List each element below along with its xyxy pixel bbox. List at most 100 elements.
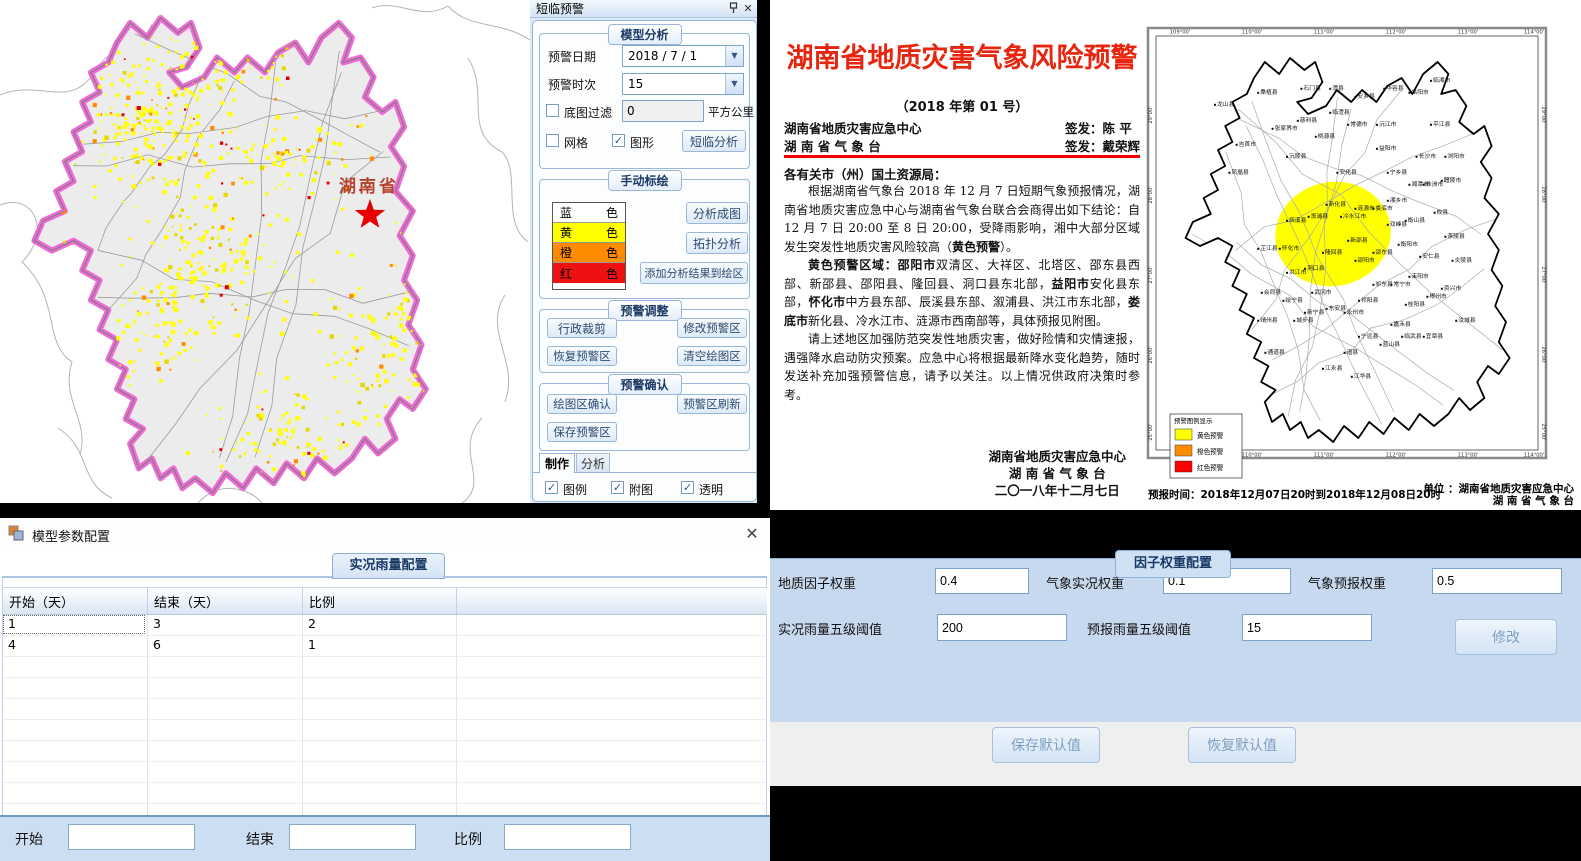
svg-text:宜章县: 宜章县 <box>1426 332 1444 340</box>
tab-analysis[interactable]: 分析 <box>576 453 610 473</box>
topology-analysis-button[interactable]: 拓扑分析 <box>686 232 748 254</box>
svg-text:慈利县: 慈利县 <box>1300 116 1318 124</box>
clear-draw-area-button[interactable]: 清空绘图区 <box>677 346 747 366</box>
date-label: 预警日期 <box>548 48 596 65</box>
restore-warning-zone-button[interactable]: 恢复预警区 <box>547 346 617 366</box>
tab-make[interactable]: 制作 <box>539 453 575 473</box>
transparent-checkbox[interactable]: ✓ <box>681 481 694 494</box>
svg-text:27°00': 27°00' <box>1540 266 1546 283</box>
color-item-red[interactable]: 红色 <box>553 263 625 283</box>
svg-text:江永县: 江永县 <box>1325 364 1343 372</box>
short-term-analysis-button[interactable]: 短临分析 <box>682 130 746 152</box>
table-header-row: 开始（天） 结束（天） 比例 <box>3 587 767 615</box>
svg-text:攸县: 攸县 <box>1437 208 1449 216</box>
pin-icon[interactable] <box>726 2 740 16</box>
filter-area-input[interactable] <box>622 100 704 122</box>
geo-weight-input[interactable] <box>935 568 1029 594</box>
chevron-down-icon[interactable]: ▼ <box>725 46 743 66</box>
hunan-risk-map[interactable]: 湖南省 <box>0 0 530 503</box>
color-item-blue[interactable]: 蓝色 <box>553 203 625 223</box>
dialog-titlebar: 模型参数配置 ✕ <box>0 518 770 550</box>
svg-text:111°00': 111°00' <box>1314 30 1335 36</box>
trend-map-unit-caption: 单位 ：湖南省地质灾害应急中心 湖 南 省 气 象 台 <box>1412 483 1574 507</box>
transparent-checkbox-label: 透明 <box>699 481 723 498</box>
column-header-start[interactable]: 开始（天） <box>3 588 148 614</box>
factor-weight-panel: 因子权重配置 地质因子权重 气象实况权重 气象预报权重 实况雨量五级阈值 预报雨… <box>770 510 1581 861</box>
svg-text:110°00': 110°00' <box>1242 30 1263 36</box>
color-item-yellow[interactable]: 黄色 <box>553 223 625 243</box>
column-header-ratio[interactable]: 比例 <box>303 588 457 614</box>
svg-text:28°00': 28°00' <box>1148 186 1154 203</box>
column-header-end[interactable]: 结束（天） <box>148 588 303 614</box>
footer-start-input[interactable] <box>68 824 195 850</box>
footer-ratio-input[interactable] <box>504 824 631 850</box>
color-item-orange[interactable]: 橙色 <box>553 243 625 263</box>
modify-button[interactable]: 修改 <box>1455 619 1557 655</box>
svg-text:安乡县: 安乡县 <box>1357 92 1375 100</box>
modify-warning-zone-button[interactable]: 修改预警区 <box>677 318 747 338</box>
warning-date-dropdown[interactable]: 2018 / 7 / 1 ▼ <box>622 45 744 67</box>
svg-text:26°00': 26°00' <box>1148 346 1154 363</box>
divider-strip <box>757 0 770 510</box>
svg-text:娄底市: 娄底市 <box>1375 204 1393 212</box>
svg-text:郴州市: 郴州市 <box>1429 292 1447 300</box>
fcst-weight-input[interactable] <box>1432 568 1562 594</box>
footer-ratio-label: 比例 <box>454 829 482 849</box>
svg-text:113°00': 113°00' <box>1458 453 1479 459</box>
save-warning-zone-button[interactable]: 保存预警区 <box>547 422 617 442</box>
admin-clip-button[interactable]: 行政裁剪 <box>547 318 617 338</box>
shape-checkbox[interactable]: ✓ <box>612 134 625 147</box>
table-row[interactable]: 1 3 2 <box>3 615 767 636</box>
svg-text:114°00': 114°00' <box>1524 453 1545 459</box>
svg-text:110°00': 110°00' <box>1242 453 1263 459</box>
draw-area-confirm-button[interactable]: 绘图区确认 <box>547 394 617 414</box>
chevron-down-icon[interactable]: ▼ <box>725 74 743 94</box>
restore-defaults-button[interactable]: 恢复默认值 <box>1188 727 1296 763</box>
svg-text:安化县: 安化县 <box>1339 168 1357 176</box>
add-result-to-draw-area-button[interactable]: 添加分析结果到绘区 <box>640 262 748 284</box>
footer-start-label: 开始 <box>15 829 43 849</box>
warning-document: 湖南省地质灾害气象风险预警 （2018 年第 01 号） 湖南省地质灾害应急中心… <box>784 0 1140 510</box>
svg-text:临澧县: 临澧县 <box>1332 108 1350 116</box>
svg-text:25°00': 25°00' <box>1148 423 1154 440</box>
legend-checkbox[interactable]: ✓ <box>545 481 558 494</box>
panel-title: 短临预警 <box>536 2 584 16</box>
svg-text:27°00': 27°00' <box>1148 266 1154 283</box>
save-defaults-button[interactable]: 保存默认值 <box>992 727 1100 763</box>
document-signer-block: 签发：陈 平 签发：戴荣辉 <box>1065 120 1140 156</box>
trend-map-canvas: 109°00'109°00'110°00'110°00'111°00'111°0… <box>1140 0 1581 480</box>
footer-end-label: 结束 <box>246 829 274 849</box>
close-icon[interactable]: ✕ <box>741 523 763 545</box>
close-icon[interactable]: ✕ <box>741 2 755 16</box>
svg-text:隆回县: 隆回县 <box>1325 248 1343 256</box>
svg-text:茶陵县: 茶陵县 <box>1447 232 1465 240</box>
svg-text:资兴市: 资兴市 <box>1444 284 1462 292</box>
svg-text:祁东县: 祁东县 <box>1375 280 1393 288</box>
svg-text:宁乡县: 宁乡县 <box>1390 168 1408 176</box>
warning-zone-refresh-button[interactable]: 预警区刷新 <box>677 394 747 414</box>
svg-text:常宁市: 常宁市 <box>1393 280 1411 288</box>
color-list: 蓝色 黄色 橙色 红色 <box>552 202 626 290</box>
province-label: 湖南省 <box>339 176 399 197</box>
panel-body: 模型分析 预警日期 2018 / 7 / 1 ▼ 预警时次 15 ▼ 底图过滤 … <box>532 20 757 502</box>
basemap-filter-checkbox[interactable] <box>546 104 559 117</box>
svg-text:28°00': 28°00' <box>1540 186 1546 203</box>
attached-map-checkbox[interactable]: ✓ <box>611 481 624 494</box>
grid-checkbox[interactable] <box>546 134 559 147</box>
svg-text:新宁县: 新宁县 <box>1307 308 1325 316</box>
rain-config-table: 开始（天） 结束（天） 比例 1 3 2 4 6 1 <box>3 587 767 825</box>
document-body: 根据湖南省气象台 2018 年 12 月 7 日短期气象预报情况，湖南省地质灾害… <box>784 182 1140 404</box>
svg-text:永州市: 永州市 <box>1347 308 1365 316</box>
warning-time-dropdown[interactable]: 15 ▼ <box>622 73 744 95</box>
analysis-to-map-button[interactable]: 分析成图 <box>686 202 748 224</box>
svg-text:衡阳市: 衡阳市 <box>1401 240 1419 248</box>
footer-end-input[interactable] <box>289 824 416 850</box>
svg-text:靖州县: 靖州县 <box>1260 316 1278 324</box>
svg-text:芷江县: 芷江县 <box>1260 244 1278 252</box>
table-row[interactable]: 4 6 1 <box>3 636 767 657</box>
obs-threshold-input[interactable] <box>937 614 1067 641</box>
svg-text:炎陵县: 炎陵县 <box>1455 256 1473 264</box>
dialog-footer: 开始 结束 比例 <box>0 815 770 861</box>
svg-text:岳阳市: 岳阳市 <box>1411 88 1429 96</box>
fcst-threshold-input[interactable] <box>1242 614 1372 641</box>
